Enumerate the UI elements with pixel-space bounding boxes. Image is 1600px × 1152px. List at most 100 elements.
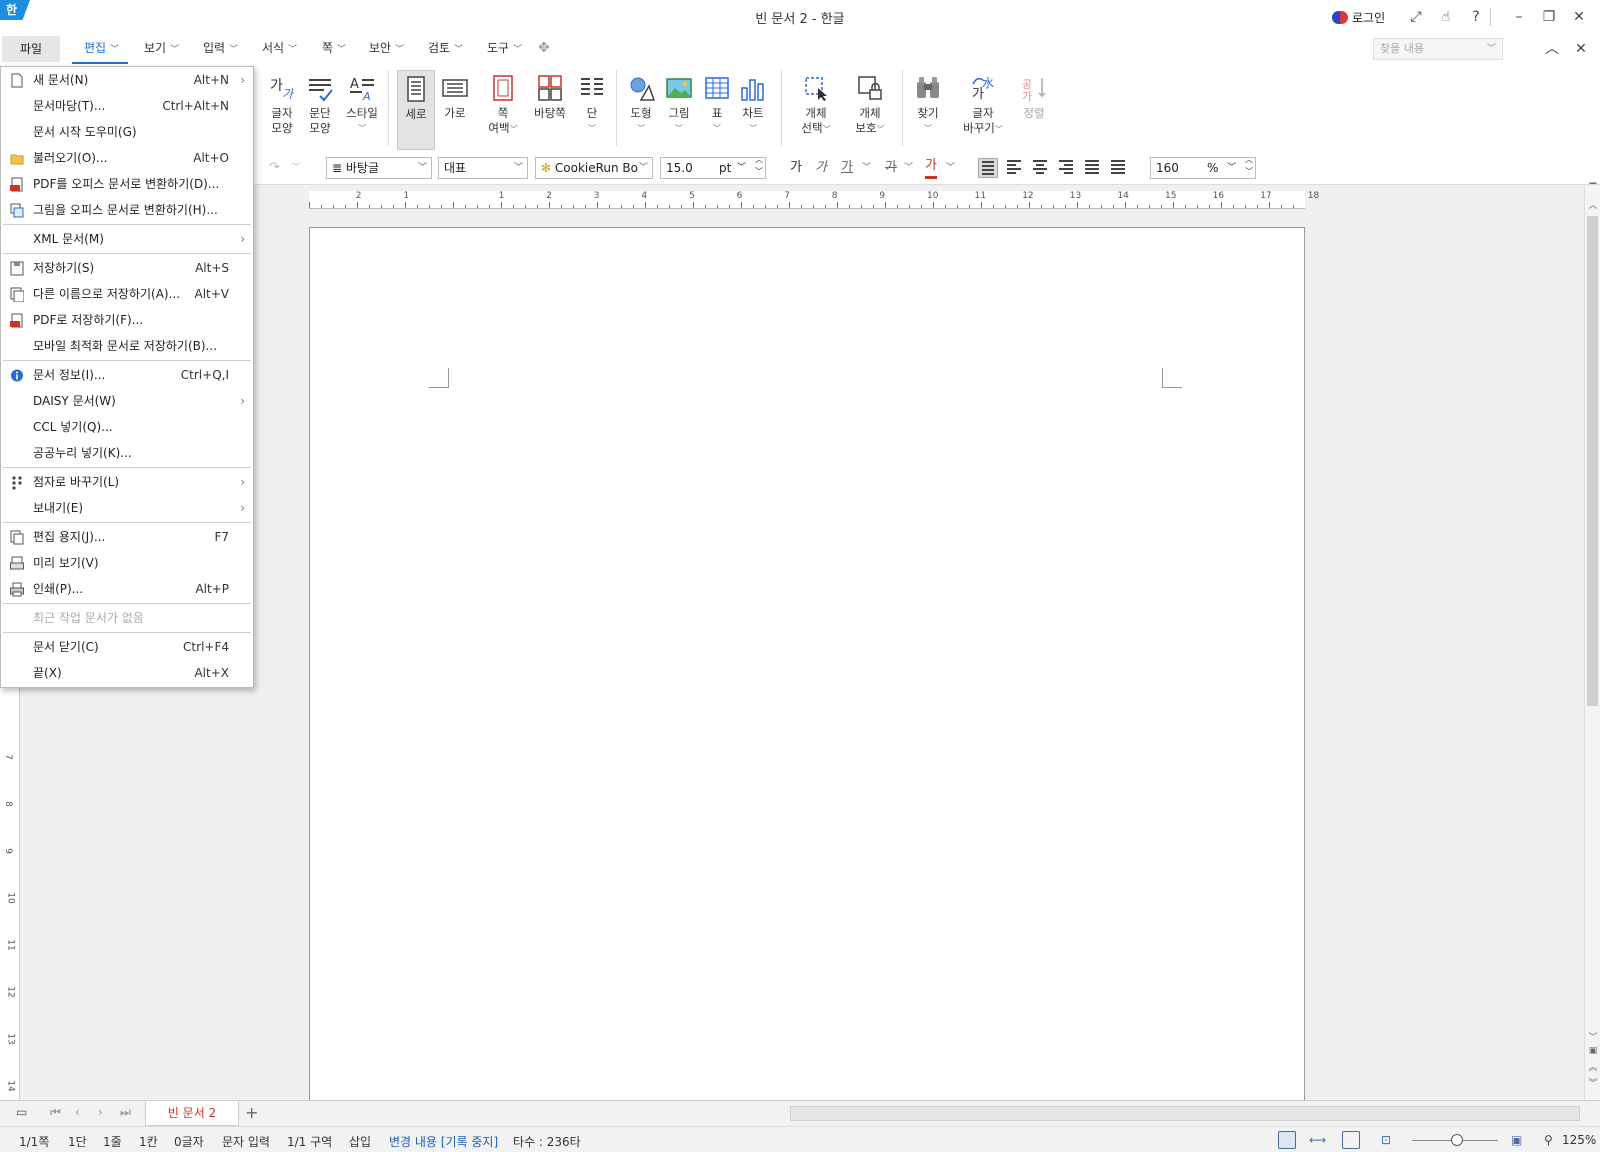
close-icon[interactable]: ✕ — [1568, 6, 1590, 28]
scrollbar-thumb[interactable] — [1587, 216, 1598, 706]
language-select[interactable]: 대표 ﹀ — [438, 157, 528, 179]
close-menu-icon[interactable]: ✕ — [1570, 38, 1592, 60]
align-distribute-button[interactable] — [1082, 158, 1102, 178]
chevron-down-icon[interactable]: ﹀ — [904, 157, 913, 179]
file-menu-item[interactable]: DAISY 문서(W) › — [1, 388, 253, 414]
file-menu-item[interactable]: 불러오기(O)... Alt+O — [1, 145, 253, 171]
replace-button[interactable]: 가水 글자 바꾸기﹀ — [958, 70, 1008, 150]
tab-list-icon[interactable]: ▭ — [16, 1105, 27, 1119]
prev-page-icon[interactable]: ︽ — [1585, 1060, 1600, 1073]
vertical-scrollbar[interactable]: ▔ ︿ ﹀ ▣ ︽ ︾ — [1584, 184, 1600, 1100]
status-input-mode[interactable]: 문자 입력 — [222, 1133, 270, 1150]
chart-button[interactable]: 차트 ﹀ — [737, 70, 769, 150]
fullscreen-icon[interactable]: ⤢ — [1405, 6, 1427, 28]
font-color-button[interactable]: 가 — [925, 157, 937, 179]
align-split-button[interactable] — [1108, 158, 1128, 178]
style-button[interactable]: AA 스타일 ﹀ — [342, 70, 382, 150]
menu-view[interactable]: 보기 ﹀ — [144, 34, 179, 64]
object-protect-button[interactable]: 개체 보호﹀ — [850, 70, 890, 150]
page-view-icon[interactable] — [1278, 1131, 1296, 1149]
line-spacing-input[interactable]: 160 % ﹀ ︿ ﹀ — [1150, 157, 1256, 179]
collapse-ribbon-icon[interactable]: ︿ — [1541, 38, 1563, 60]
font-size-input[interactable]: 15.0 pt ﹀ ︿ ﹀ — [660, 157, 766, 179]
next-page-icon[interactable]: ︾ — [1585, 1076, 1600, 1089]
file-menu-item[interactable]: 보내기(E) › — [1, 495, 253, 521]
actual-size-icon[interactable]: ⊡ — [1381, 1133, 1391, 1147]
file-menu-item[interactable]: CCL 넣기(Q)... — [1, 414, 253, 440]
file-menu-item[interactable]: 끝(X) Alt+X — [1, 660, 253, 686]
zoom-fit-icon[interactable]: ▣ — [1511, 1133, 1522, 1147]
horizontal-ruler[interactable]: 2 1 1 2 3 4 5 6 7 8 9 10 11 12 13 14 15 16 17 18 — [309, 191, 1319, 209]
spinner-icon[interactable]: ︿ ﹀ — [755, 158, 763, 178]
prev-tab-icon[interactable]: ‹ — [75, 1105, 80, 1119]
restore-icon[interactable]: ❐ — [1538, 6, 1560, 28]
margin-button[interactable]: 쪽 여백﹀ — [483, 70, 523, 150]
landscape-button[interactable]: 가로 — [437, 70, 473, 150]
file-menu-item[interactable]: 문서 시작 도우미(G) — [1, 119, 253, 145]
login-button[interactable]: 로그인 — [1332, 7, 1385, 27]
file-menu-item[interactable]: 저장하기(S) Alt+S — [1, 255, 253, 281]
minimize-icon[interactable]: – — [1508, 6, 1530, 28]
file-menu-item[interactable]: XML 문서(M) › — [1, 226, 253, 252]
menu-format[interactable]: 서식 ﹀ — [262, 34, 297, 64]
italic-button[interactable]: 가 — [815, 157, 827, 179]
menu-file[interactable]: 파일 — [2, 36, 60, 62]
align-center-button[interactable] — [1030, 158, 1050, 178]
file-menu-item[interactable]: PDF로 저장하기(F)... — [1, 307, 253, 333]
puzzle-icon[interactable]: ✥ — [538, 34, 550, 64]
tab-document[interactable]: 빈 문서 2 — [145, 1101, 239, 1126]
align-right-button[interactable] — [1056, 158, 1076, 178]
file-menu-item[interactable]: 미리 보기(V) — [1, 550, 253, 576]
fit-page-icon[interactable] — [1342, 1131, 1360, 1149]
last-tab-icon[interactable]: ⏭ — [120, 1105, 131, 1120]
add-tab-button[interactable]: + — [245, 1103, 258, 1122]
picture-button[interactable]: 그림 ﹀ — [663, 70, 695, 150]
file-menu-item[interactable]: 모바일 최적화 문서로 저장하기(B)... — [1, 333, 253, 359]
font-select[interactable]: ✻ CookieRun Bo ﹀ — [535, 157, 653, 179]
file-menu-item[interactable]: PDF를 오피스 문서로 변환하기(D)... — [1, 171, 253, 197]
char-shape-button[interactable]: 가가 글자 모양 — [266, 70, 298, 150]
redo-icon[interactable]: ↷ — [269, 157, 280, 179]
bold-button[interactable]: 가 — [790, 157, 802, 179]
spinner-icon[interactable]: ︿ ﹀ — [1245, 158, 1253, 178]
horizontal-scrollbar[interactable] — [790, 1106, 1580, 1121]
chevron-down-icon[interactable]: ﹀ — [946, 157, 955, 179]
underline-button[interactable]: 가 — [841, 157, 853, 179]
touch-mode-icon[interactable]: ☝ — [1435, 6, 1457, 28]
scroll-up-icon[interactable]: ︿ — [1585, 198, 1600, 211]
search-input[interactable]: 찾을 내용 ﹀ — [1373, 38, 1503, 60]
strike-button[interactable]: 가 — [885, 157, 897, 179]
table-button[interactable]: 표 ﹀ — [703, 70, 731, 150]
menu-insert[interactable]: 입력 ﹀ — [203, 34, 238, 64]
chevron-down-icon[interactable]: ﹀ — [292, 157, 301, 179]
para-shape-button[interactable]: 문단 모양 — [304, 70, 336, 150]
page-view-icon[interactable]: ▣ — [1585, 1046, 1600, 1056]
align-left-button[interactable] — [1004, 158, 1024, 178]
style-select[interactable]: ≣ 바탕글 ﹀ — [326, 157, 432, 179]
menu-security[interactable]: 보안 ﹀ — [369, 34, 404, 64]
next-tab-icon[interactable]: › — [98, 1105, 103, 1119]
menu-review[interactable]: 검토 ﹀ — [428, 34, 463, 64]
file-menu-item[interactable]: 인쇄(P)... Alt+P — [1, 576, 253, 602]
document-page[interactable] — [309, 227, 1305, 1107]
portrait-button[interactable]: 세로 — [397, 70, 435, 150]
scroll-down-icon[interactable]: ﹀ — [1585, 1030, 1600, 1043]
menu-page[interactable]: 쪽 ﹀ — [322, 34, 346, 64]
status-track-changes[interactable]: 변경 내용 [기록 중지] — [389, 1133, 498, 1150]
sort-button[interactable]: 공가 정렬 — [1018, 70, 1050, 150]
object-select-button[interactable]: 개체 선택﹀ — [796, 70, 836, 150]
status-page[interactable]: 1/1쪽 — [19, 1133, 49, 1150]
align-justify-button[interactable] — [978, 158, 998, 178]
status-insert-mode[interactable]: 삽입 — [349, 1133, 371, 1150]
file-menu-item[interactable]: 공공누리 넣기(K)... — [1, 440, 253, 466]
file-menu-item[interactable]: 점자로 바꾸기(L) › — [1, 469, 253, 495]
zoom-search-icon[interactable]: ⚲ — [1544, 1133, 1553, 1147]
find-button[interactable]: 찾기 ﹀ — [912, 70, 944, 150]
file-menu-item[interactable]: 새 문서(N) Alt+N › — [1, 67, 253, 93]
menu-edit[interactable]: 편집 ﹀ — [72, 34, 128, 64]
first-tab-icon[interactable]: ⏮ — [50, 1105, 61, 1120]
file-menu-item[interactable]: 문서 닫기(C) Ctrl+F4 — [1, 634, 253, 660]
fit-width-icon[interactable]: ⟷ — [1309, 1133, 1326, 1147]
menu-tools[interactable]: 도구 ﹀ — [487, 34, 522, 64]
help-icon[interactable]: ? — [1465, 6, 1487, 28]
